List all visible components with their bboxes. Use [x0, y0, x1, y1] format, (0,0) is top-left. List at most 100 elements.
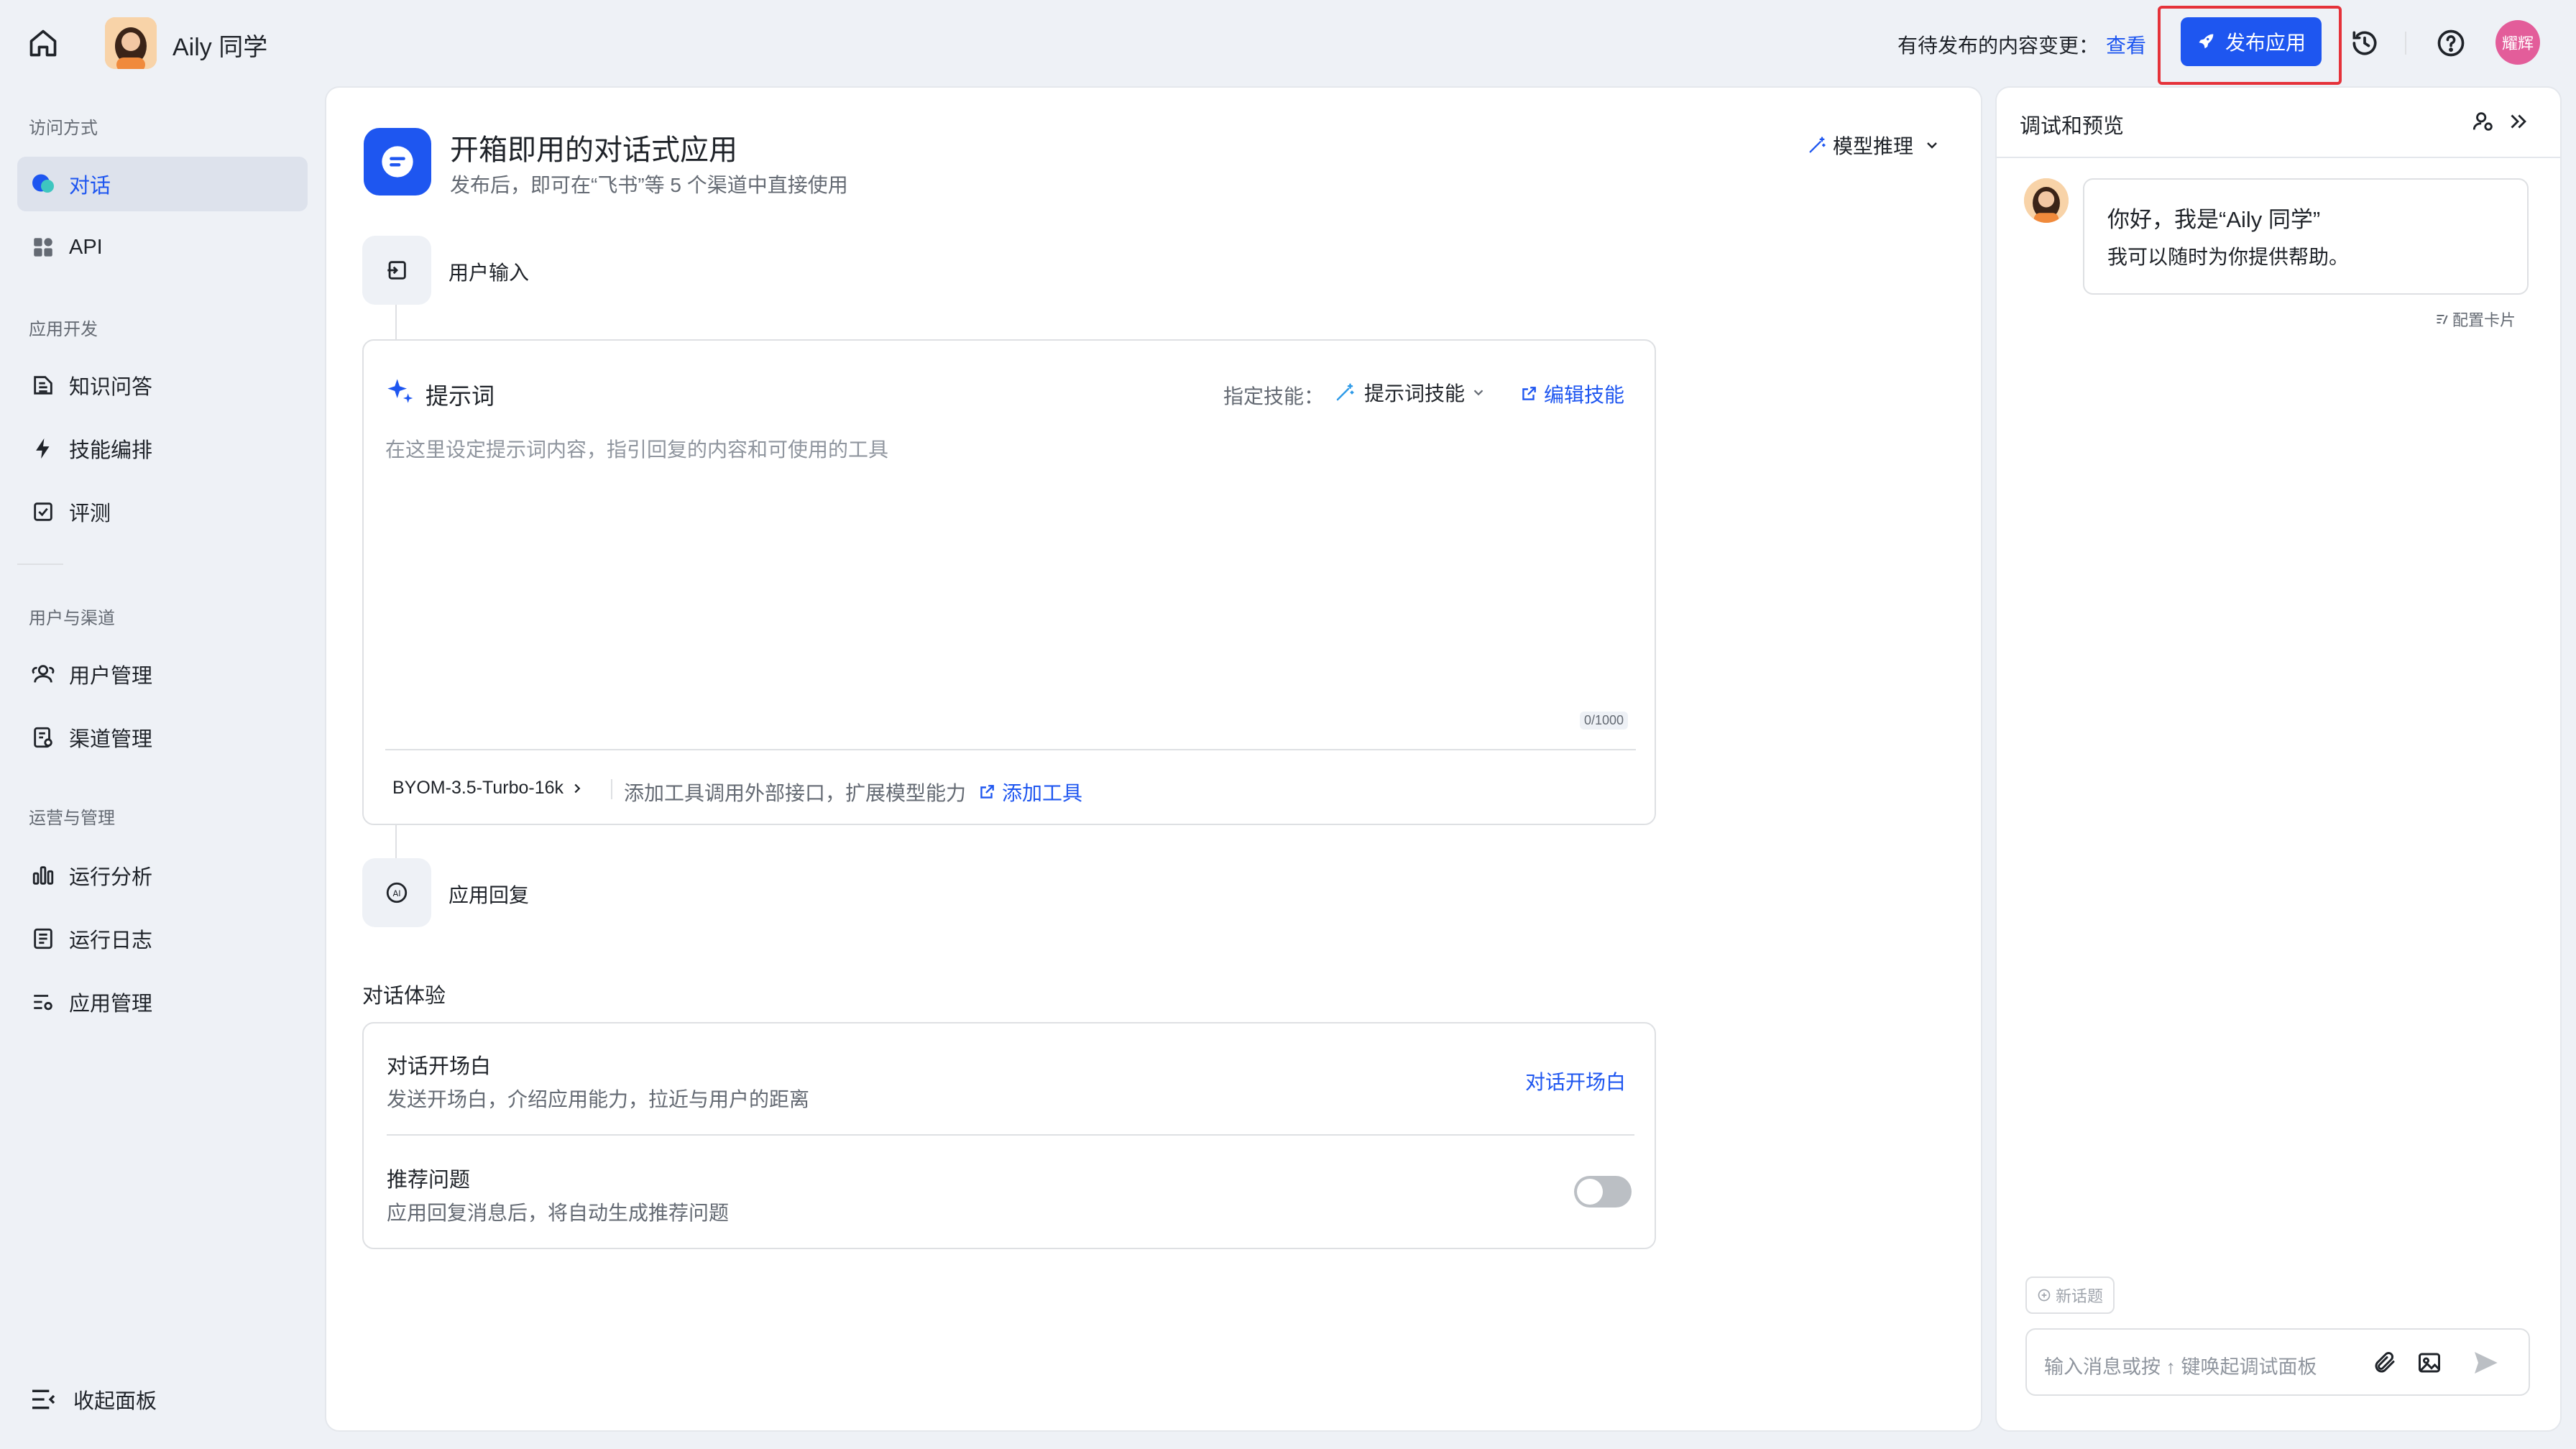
prompt-textarea[interactable]: 在这里设定提示词内容，指引回复的内容和可使用的工具	[385, 427, 1636, 714]
app-avatar	[105, 17, 157, 69]
collapse-panel-label: 收起面板	[73, 1390, 157, 1413]
skill-selector[interactable]: 提示词技能	[1334, 378, 1486, 407]
sidebar-item-chat[interactable]: 对话	[17, 157, 308, 211]
main-panel: 开箱即用的对话式应用 发布后，即可在“飞书”等 5 个渠道中直接使用 模型推理 …	[325, 86, 1982, 1432]
sidebar-item-channels[interactable]: 渠道管理	[17, 710, 308, 765]
model-name: BYOM-3.5-Turbo-16k	[392, 778, 564, 798]
add-tool-label: 添加工具	[1002, 782, 1083, 804]
skill-wand-icon	[1334, 382, 1356, 403]
home-icon[interactable]	[27, 27, 59, 59]
toolbar-divider	[2405, 32, 2406, 55]
card-divider	[387, 1134, 1634, 1136]
preview-title: 调试和预览	[2020, 115, 2125, 138]
app-reply-node-icon: AI	[362, 858, 431, 927]
greeting-bubble: 你好，我是“Aily 同学” 我可以随时为你提供帮助。	[2083, 178, 2529, 295]
edit-skill-link[interactable]: 编辑技能	[1519, 380, 1624, 408]
model-selector[interactable]: BYOM-3.5-Turbo-16k	[392, 778, 585, 799]
sidebar-divider	[17, 564, 63, 565]
rocket-icon	[2196, 32, 2217, 52]
toggle-knob	[1577, 1179, 1603, 1205]
external-link-icon	[978, 783, 996, 801]
pending-changes-label: 有待发布的内容变更：	[1898, 34, 2099, 57]
config-card-link[interactable]: 配置卡片	[2435, 308, 2516, 331]
send-icon[interactable]	[2471, 1348, 2500, 1377]
tools-hint: 添加工具调用外部接口，扩展模型能力	[624, 782, 967, 804]
sidebar-item-logs[interactable]: 运行日志	[17, 911, 308, 966]
api-grid-icon	[29, 233, 58, 262]
sidebar-item-users[interactable]: 用户管理	[17, 647, 308, 702]
wand-icon	[1807, 135, 1827, 155]
svg-text:AI: AI	[392, 888, 400, 898]
collapse-panel-button[interactable]: 收起面板	[29, 1384, 157, 1414]
skill-label: 指定技能：	[1223, 385, 1325, 408]
user-settings-icon[interactable]	[2471, 109, 2496, 134]
chevron-right-icon	[569, 781, 585, 796]
collapse-icon	[29, 1385, 58, 1414]
external-link-icon	[1519, 385, 1538, 403]
sidebar-item-label: 知识问答	[69, 376, 153, 399]
page-subtitle: 发布后，即可在“飞书”等 5 个渠道中直接使用	[450, 174, 848, 196]
publish-button-label: 发布应用	[2225, 32, 2306, 54]
app-type-icon	[364, 128, 431, 196]
sidebar-item-label: 运行日志	[69, 929, 153, 952]
bar-chart-icon	[29, 861, 58, 890]
new-topic-button[interactable]: 新话题	[2025, 1276, 2115, 1314]
config-card-label: 配置卡片	[2452, 311, 2516, 329]
users-icon	[29, 660, 58, 689]
bot-avatar	[2024, 178, 2069, 223]
add-tool-link[interactable]: 添加工具	[978, 778, 1082, 806]
sidebar-item-skills[interactable]: 技能编排	[17, 421, 308, 476]
app-settings-icon	[29, 988, 58, 1016]
help-icon[interactable]	[2435, 27, 2467, 59]
collapse-preview-icon[interactable]	[2506, 109, 2530, 134]
suggest-desc: 应用回复消息后，将自动生成推荐问题	[387, 1202, 730, 1224]
sidebar-item-label: 技能编排	[69, 439, 153, 462]
suggest-toggle[interactable]	[1574, 1176, 1632, 1208]
chat-input-box[interactable]: 输入消息或按 ↑ 键唤起调试面板	[2025, 1328, 2530, 1396]
publish-button[interactable]: 发布应用	[2181, 17, 2322, 66]
sidebar-item-eval[interactable]: 评测	[17, 484, 308, 539]
sidebar-item-label: 应用管理	[69, 993, 153, 1016]
app-name: Aily 同学	[172, 34, 268, 61]
user-avatar-text: 耀辉	[2501, 34, 2534, 52]
suggest-title: 推荐问题	[387, 1169, 471, 1192]
model-reasoning-dropdown[interactable]: 模型推理	[1807, 131, 1941, 160]
opening-action-link[interactable]: 对话开场白	[1525, 1067, 1626, 1095]
sidebar-section-users: 用户与渠道	[29, 609, 115, 628]
new-topic-label: 新话题	[2056, 1287, 2104, 1305]
sidebar-item-knowledge[interactable]: 知识问答	[17, 358, 308, 413]
app-reply-label: 应用回复	[448, 884, 530, 906]
sidebar-item-label: API	[69, 235, 103, 259]
user-input-label: 用户输入	[448, 262, 530, 284]
list-edit-icon	[2435, 312, 2450, 326]
channel-icon	[29, 723, 58, 752]
user-avatar[interactable]: 耀辉	[2496, 20, 2540, 65]
dialog-experience-card: 对话开场白 发送开场白，介绍应用能力，拉近与用户的距离 对话开场白 推荐问题 应…	[362, 1022, 1656, 1249]
image-icon[interactable]	[2416, 1350, 2442, 1376]
view-changes-link[interactable]: 查看	[2106, 30, 2146, 59]
lightning-icon	[29, 434, 58, 463]
chat-bubble-icon	[29, 170, 58, 198]
chat-input-placeholder: 输入消息或按 ↑ 键唤起调试面板	[2044, 1356, 2317, 1378]
dialog-experience-title: 对话体验	[362, 985, 446, 1008]
sidebar-section-dev: 应用开发	[29, 320, 98, 339]
top-bar: Aily 同学 有待发布的内容变更： 查看 发布应用 耀辉	[0, 0, 2576, 85]
sidebar-item-analytics[interactable]: 运行分析	[17, 848, 308, 903]
flow-connector	[395, 305, 397, 342]
sidebar-section-ops: 运营与管理	[29, 809, 115, 828]
prompt-placeholder: 在这里设定提示词内容，指引回复的内容和可使用的工具	[385, 438, 889, 461]
sidebar-item-api[interactable]: API	[17, 220, 308, 275]
preview-panel: 调试和预览 你好，我是“Aily 同学” 我可以随时为你提供帮助。 配置卡片 新…	[1995, 86, 2562, 1432]
skill-value: 提示词技能	[1364, 382, 1466, 405]
attachment-icon[interactable]	[2372, 1350, 2398, 1376]
flow-connector	[395, 825, 397, 858]
chevron-down-icon	[1471, 385, 1486, 400]
sidebar-item-app-manage[interactable]: 应用管理	[17, 975, 308, 1029]
log-icon	[29, 924, 58, 953]
greeting-title: 你好，我是“Aily 同学”	[2107, 207, 2321, 232]
opening-title: 对话开场白	[387, 1055, 492, 1078]
history-icon[interactable]	[2349, 27, 2380, 59]
prompt-char-counter: 0/1000	[1580, 712, 1629, 730]
sidebar-item-label: 运行分析	[69, 866, 153, 889]
new-topic-icon	[2037, 1288, 2051, 1302]
